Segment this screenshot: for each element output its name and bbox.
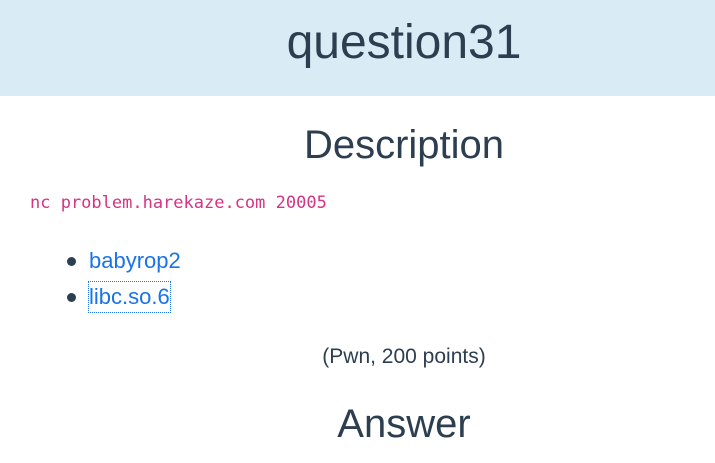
category-points: (Pwn, 200 points) [322, 345, 486, 368]
bullet-icon [67, 293, 76, 302]
answer-heading: Answer [337, 402, 471, 446]
file-link-babyrop2[interactable]: babyrop2 [89, 246, 181, 276]
page-title: question31 [286, 16, 522, 69]
connection-command: nc problem.harekaze.com 20005 [30, 193, 327, 213]
file-link-libc[interactable]: libc.so.6 [88, 281, 171, 313]
page-header: question31 [0, 0, 715, 96]
description-heading: Description [303, 123, 505, 167]
bullet-icon [67, 257, 76, 266]
